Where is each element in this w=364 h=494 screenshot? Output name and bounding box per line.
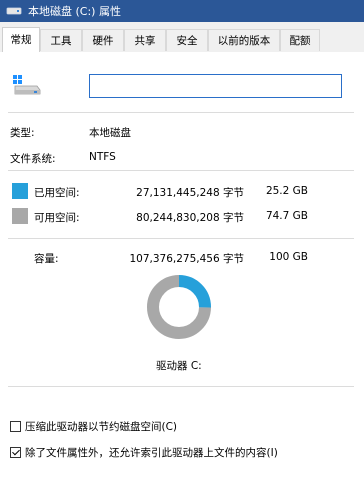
filesystem-value: NTFS xyxy=(89,151,116,163)
disk-usage-chart xyxy=(147,275,211,339)
tab-label: 共享 xyxy=(134,35,156,47)
tab-sharing[interactable]: 共享 xyxy=(124,29,166,51)
divider xyxy=(8,386,354,387)
general-panel: 类型: 本地磁盘 文件系统: NTFS 已用空间: 27,131,445,248… xyxy=(0,52,364,494)
free-space-size: 74.7 GB xyxy=(265,210,308,222)
compress-option[interactable]: 压缩此驱动器以节约磁盘空间(C) xyxy=(10,419,177,434)
free-space-label: 可用空间: xyxy=(34,212,80,224)
tab-security[interactable]: 安全 xyxy=(166,29,208,51)
title-bar: 本地磁盘 (C:) 属性 xyxy=(0,0,364,22)
free-space-swatch xyxy=(12,208,28,224)
used-space-bytes: 27,131,445,248 字节 xyxy=(136,187,244,199)
tab-previous-versions[interactable]: 以前的版本 xyxy=(208,29,280,51)
free-space-bytes: 80,244,830,208 字节 xyxy=(136,212,244,224)
tab-label: 常规 xyxy=(10,34,32,46)
compress-label: 压缩此驱动器以节约磁盘空间(C) xyxy=(25,421,178,433)
tab-label: 安全 xyxy=(176,35,198,47)
window-title: 本地磁盘 (C:) 属性 xyxy=(28,5,121,18)
tab-label: 配额 xyxy=(289,35,311,47)
capacity-label: 容量: xyxy=(34,253,59,265)
tab-hardware[interactable]: 硬件 xyxy=(82,29,124,51)
tab-label: 硬件 xyxy=(92,35,114,47)
divider xyxy=(8,112,354,113)
tab-tools[interactable]: 工具 xyxy=(40,29,82,51)
index-checkbox[interactable] xyxy=(10,447,21,458)
capacity-bytes: 107,376,275,456 字节 xyxy=(129,253,244,265)
filesystem-label: 文件系统: xyxy=(10,153,56,165)
compress-checkbox[interactable] xyxy=(10,421,21,432)
capacity-size: 100 GB xyxy=(269,251,308,263)
drive-name-input[interactable] xyxy=(89,74,342,98)
tab-bar: 常规 工具 硬件 共享 安全 以前的版本 配额 xyxy=(0,22,364,53)
drive-letter-label: 驱动器 C: xyxy=(156,360,202,372)
index-label: 除了文件属性外，还允许索引此驱动器上文件的内容(I) xyxy=(25,447,278,459)
used-space-swatch xyxy=(12,183,28,199)
tab-label: 以前的版本 xyxy=(217,35,271,47)
tab-quota[interactable]: 配额 xyxy=(280,29,320,51)
tab-label: 工具 xyxy=(50,35,72,47)
used-space-size: 25.2 GB xyxy=(265,185,308,197)
drive-icon xyxy=(6,6,22,16)
type-label: 类型: xyxy=(10,127,35,139)
drive-icon xyxy=(13,75,41,95)
type-value: 本地磁盘 xyxy=(89,127,131,139)
index-option[interactable]: 除了文件属性外，还允许索引此驱动器上文件的内容(I) xyxy=(10,445,278,460)
tab-general[interactable]: 常规 xyxy=(2,27,40,53)
used-space-label: 已用空间: xyxy=(34,187,80,199)
divider xyxy=(8,170,354,171)
divider xyxy=(8,238,354,239)
